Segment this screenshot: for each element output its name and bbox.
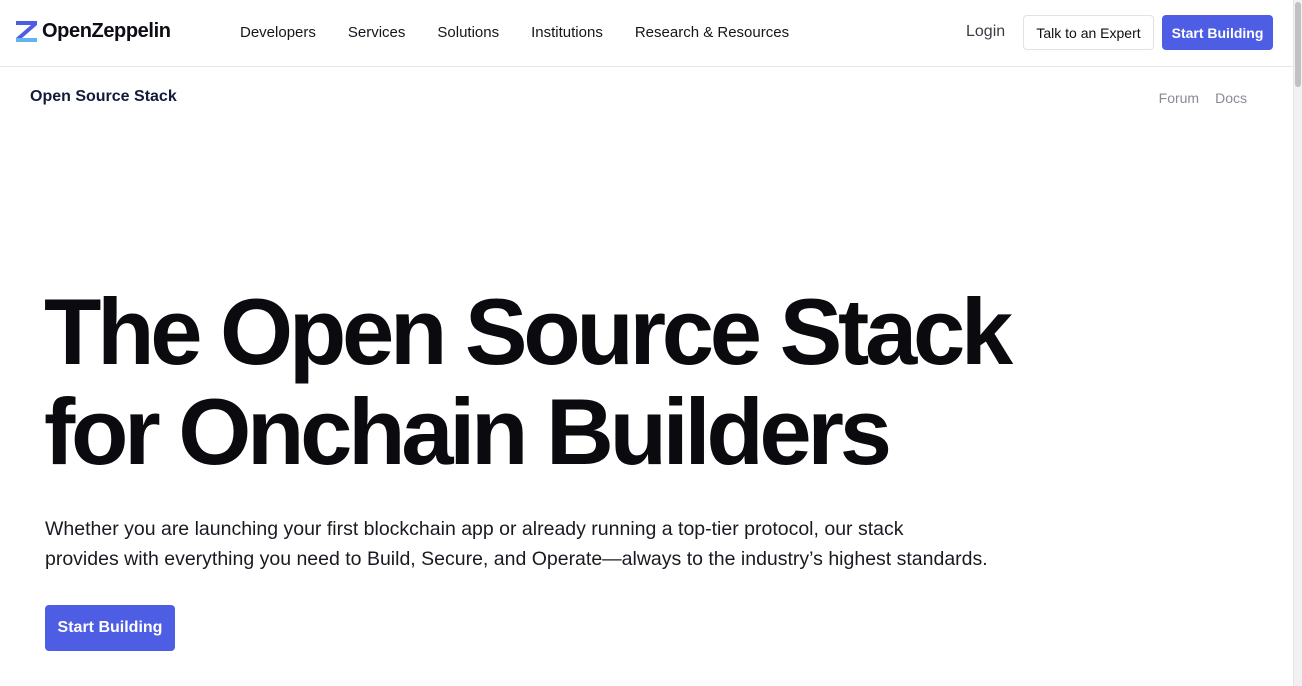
logo[interactable]: OpenZeppelin xyxy=(16,19,171,43)
nav-developers[interactable]: Developers xyxy=(240,24,316,41)
start-building-header-button[interactable]: Start Building xyxy=(1162,15,1273,50)
hero-title-line-2: for Onchain Builders xyxy=(44,379,892,484)
openzeppelin-z-icon xyxy=(16,20,37,42)
hero-subtitle: Whether you are launching your first blo… xyxy=(45,514,1035,574)
hero-title: The Open Source Stack for Onchain Builde… xyxy=(44,282,1044,482)
top-navigation: OpenZeppelin Developers Services Solutio… xyxy=(0,0,1293,67)
nav-institutions[interactable]: Institutions xyxy=(531,24,603,41)
subnav-title[interactable]: Open Source Stack xyxy=(30,88,177,106)
talk-to-expert-button[interactable]: Talk to an Expert xyxy=(1023,15,1154,50)
logo-text: OpenZeppelin xyxy=(42,19,171,42)
hero-subtitle-line-2: provides with everything you need to Bui… xyxy=(45,548,988,570)
login-link[interactable]: Login xyxy=(966,23,1005,41)
forum-link[interactable]: Forum xyxy=(1159,90,1199,106)
nav-solutions[interactable]: Solutions xyxy=(437,24,499,41)
scrollbar[interactable] xyxy=(1293,0,1302,686)
hero-subtitle-line-1: Whether you are launching your first blo… xyxy=(45,518,904,540)
hero-title-line-1: The Open Source Stack xyxy=(44,279,1013,384)
start-building-hero-button[interactable]: Start Building xyxy=(45,605,175,651)
nav-services[interactable]: Services xyxy=(348,24,406,41)
subnav-links: Forum Docs xyxy=(1159,90,1247,106)
main-nav: Developers Services Solutions Institutio… xyxy=(240,24,821,41)
docs-link[interactable]: Docs xyxy=(1215,90,1247,106)
scrollbar-thumb[interactable] xyxy=(1295,2,1301,87)
nav-research-resources[interactable]: Research & Resources xyxy=(635,24,789,41)
